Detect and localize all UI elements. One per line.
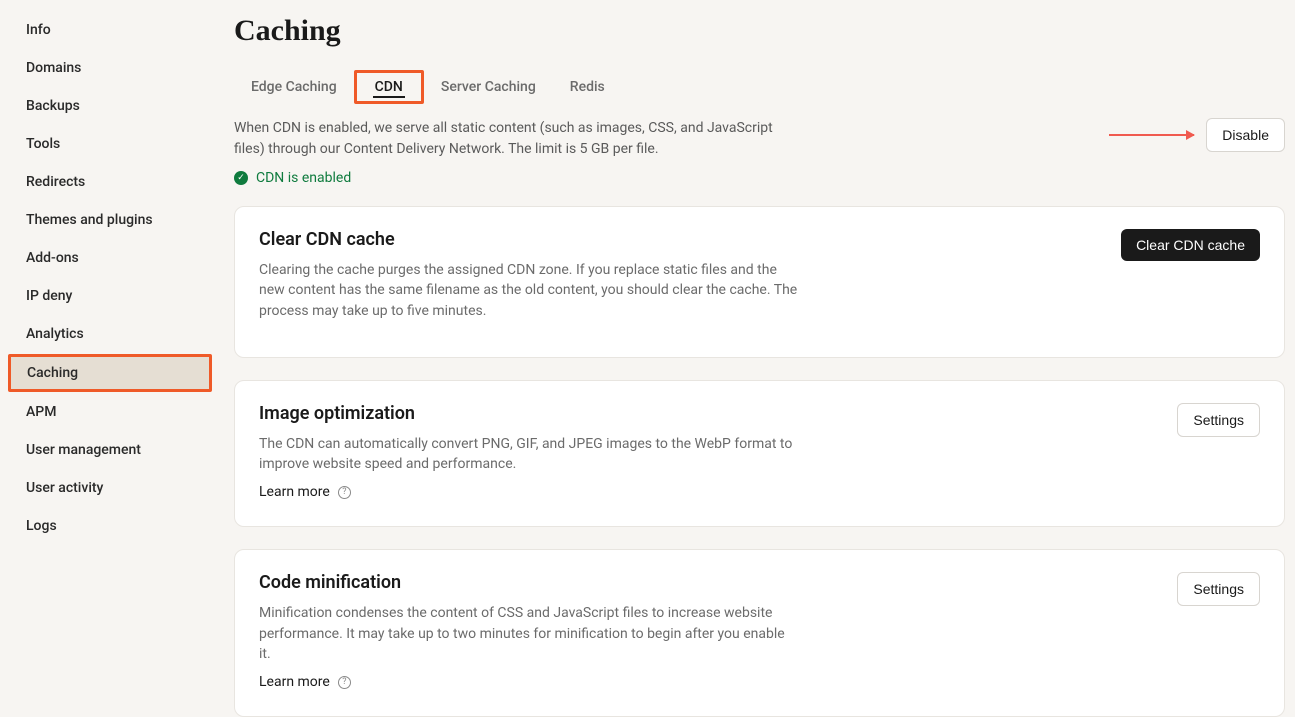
sidebar-item-redirects[interactable]: Redirects: [8, 164, 212, 200]
card-clear-cdn-cache: Clear CDN cache Clearing the cache purge…: [234, 206, 1285, 358]
tab-redis[interactable]: Redis: [553, 70, 622, 104]
learn-more-minification[interactable]: Learn more ?: [259, 674, 351, 690]
learn-more-label: Learn more: [259, 674, 330, 690]
sidebar-item-addons[interactable]: Add-ons: [8, 240, 212, 276]
sidebar-item-analytics[interactable]: Analytics: [8, 316, 212, 352]
sidebar: Info Domains Backups Tools Redirects The…: [0, 0, 220, 717]
help-icon: ?: [338, 486, 351, 499]
intro-description: When CDN is enabled, we serve all static…: [234, 118, 794, 160]
sidebar-item-themes-plugins[interactable]: Themes and plugins: [8, 202, 212, 238]
sidebar-item-domains[interactable]: Domains: [8, 50, 212, 86]
page-title: Caching: [234, 14, 1285, 48]
main-content: Caching Edge Caching CDN Server Caching …: [220, 0, 1295, 717]
tab-server-caching[interactable]: Server Caching: [424, 70, 553, 104]
tabs: Edge Caching CDN Server Caching Redis: [234, 70, 1285, 104]
card-image-optimization: Image optimization The CDN can automatic…: [234, 380, 1285, 528]
card-desc-minification: Minification condenses the content of CS…: [259, 603, 799, 664]
sidebar-item-apm[interactable]: APM: [8, 394, 212, 430]
sidebar-item-user-activity[interactable]: User activity: [8, 470, 212, 506]
card-title-image-opt: Image optimization: [259, 403, 799, 424]
tab-cdn[interactable]: CDN: [354, 70, 424, 104]
card-desc-clear-cache: Clearing the cache purges the assigned C…: [259, 260, 799, 321]
sidebar-item-backups[interactable]: Backups: [8, 88, 212, 124]
code-minification-settings-button[interactable]: Settings: [1177, 572, 1260, 606]
card-title-clear-cache: Clear CDN cache: [259, 229, 799, 250]
card-desc-image-opt: The CDN can automatically convert PNG, G…: [259, 434, 799, 475]
cdn-status: ✓ CDN is enabled: [234, 170, 794, 186]
card-title-minification: Code minification: [259, 572, 799, 593]
arrow-annotation-icon: [1109, 134, 1194, 136]
tab-edge-caching[interactable]: Edge Caching: [234, 70, 354, 104]
sidebar-item-logs[interactable]: Logs: [8, 508, 212, 544]
sidebar-item-caching[interactable]: Caching: [8, 354, 212, 392]
sidebar-item-info[interactable]: Info: [8, 12, 212, 48]
check-icon: ✓: [234, 171, 248, 185]
intro-section: When CDN is enabled, we serve all static…: [234, 118, 1285, 186]
learn-more-image-opt[interactable]: Learn more ?: [259, 484, 351, 500]
image-optimization-settings-button[interactable]: Settings: [1177, 403, 1260, 437]
clear-cdn-cache-button[interactable]: Clear CDN cache: [1121, 229, 1260, 261]
sidebar-item-ip-deny[interactable]: IP deny: [8, 278, 212, 314]
sidebar-item-user-management[interactable]: User management: [8, 432, 212, 468]
learn-more-label: Learn more: [259, 484, 330, 500]
help-icon: ?: [338, 676, 351, 689]
disable-button[interactable]: Disable: [1206, 118, 1285, 152]
sidebar-item-tools[interactable]: Tools: [8, 126, 212, 162]
status-text: CDN is enabled: [256, 170, 351, 186]
card-code-minification: Code minification Minification condenses…: [234, 549, 1285, 717]
